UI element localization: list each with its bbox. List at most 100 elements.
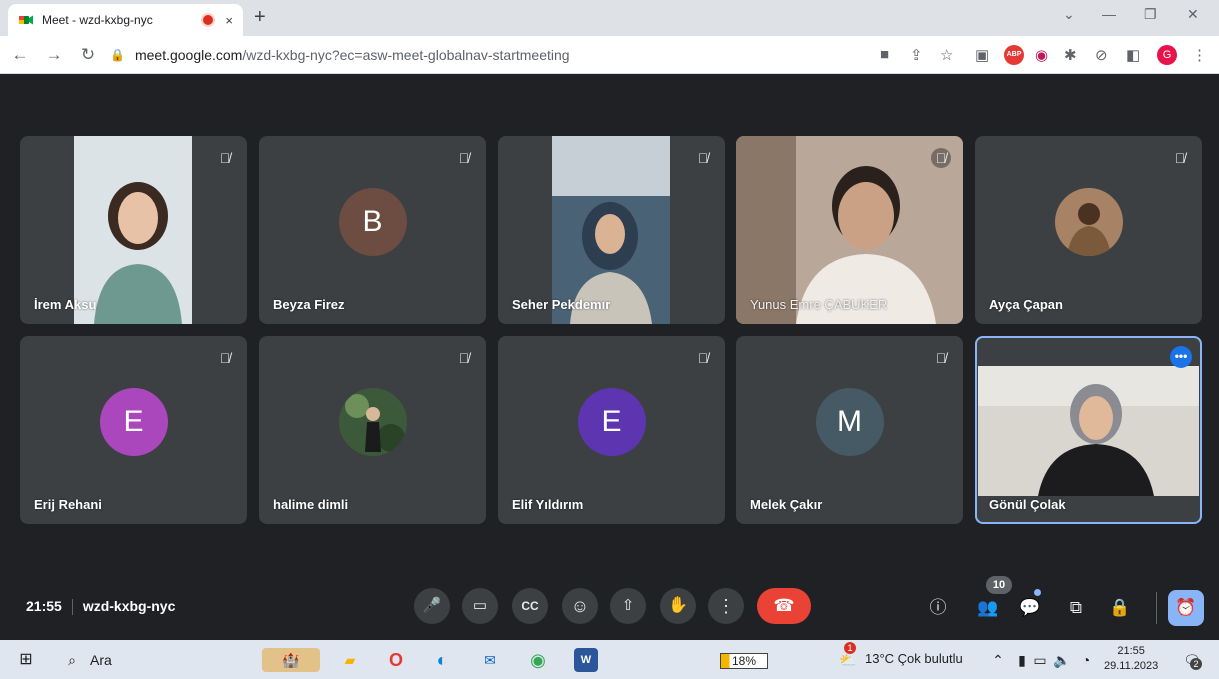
windows-start-icon[interactable]: ⊞ [14,648,38,672]
address-bar[interactable]: 🔒 meet.google.com/wzd-kxbg-nyc?ec=asw-me… [110,41,965,69]
participant-tile[interactable]: 🎙̸ Seher Pekdemır [498,136,725,324]
edge-icon[interactable]: ◐ [430,648,454,672]
battery-indicator[interactable]: 18% [720,653,768,669]
raise-hand-button[interactable]: ✋ [660,588,696,624]
people-icon[interactable]: 👥 [975,595,1001,621]
mic-off-icon: 🎙̸ [219,350,231,366]
present-screen-button[interactable]: ⇧ [610,588,646,624]
participant-tile-active[interactable]: ••• Gönül Çolak [975,336,1202,524]
reload-icon[interactable]: ↻ [74,45,102,65]
participant-tile[interactable]: 🎙̸ Yunus Emre ÇABUKER [736,136,963,324]
mic-off-icon: 🎙̸ [458,150,470,166]
wifi-icon[interactable]: ◔ [1074,648,1098,672]
minimize-button[interactable]: — [1102,6,1116,22]
new-tab-button[interactable]: + [254,6,266,29]
participant-tile[interactable]: B 🎙̸ Beyza Firez [259,136,486,324]
clock-date: 29.11.2023 [1104,660,1159,672]
weather-text[interactable]: 13°C Çok bulutlu [865,651,963,666]
mic-off-icon: 🎙̸ [1174,150,1186,166]
meet-favicon-icon [19,15,33,25]
meeting-time: 21:55 [26,598,62,614]
browser-menu-icon[interactable]: ⋮ [1192,46,1207,64]
mic-off-icon: 🎙̸ [697,350,709,366]
timer-icon[interactable]: ⏰ [1168,590,1204,626]
meeting-details-icon[interactable]: ⓘ [925,595,951,621]
tab-close-button[interactable]: × [225,13,233,28]
participant-tile[interactable]: 🎙̸ İrem Aksu [20,136,247,324]
url-host: meet.google.com [134,47,243,63]
participant-video [736,136,963,324]
host-controls-icon[interactable]: 🔒 [1107,595,1133,621]
participant-video [978,366,1199,496]
participant-name: Erij Rehani [34,497,102,512]
word-icon[interactable]: W [574,648,598,672]
participant-name: Yunus Emre ÇABUKER [750,297,888,312]
participant-name: halime dimli [273,497,349,512]
recording-indicator-icon [203,15,214,25]
forward-icon[interactable]: → [40,45,68,65]
window-close-button[interactable]: ✕ [1187,6,1199,23]
participant-tile[interactable]: M 🎙̸ Melek Çakır [736,336,963,524]
captions-button[interactable]: CC [512,588,548,624]
participant-avatar: E [99,388,168,456]
mail-icon[interactable]: ✉ [478,648,502,672]
browser-tab[interactable]: Meet - wzd-kxbg-nyc × [8,4,243,36]
participant-name: Beyza Firez [273,297,345,312]
participant-tile[interactable]: 🎙̸ halime dimli [259,336,486,524]
participant-avatar: E [577,388,646,456]
participant-avatar [338,388,407,456]
more-options-button[interactable]: ••• [1170,346,1192,368]
reactions-button[interactable]: ☺ [562,588,598,624]
mic-off-icon: 🎙̸ [931,148,951,168]
weather-alert-badge: 1 [844,642,856,654]
history-icon[interactable]: ⊘ [1095,46,1108,64]
adblock-icon[interactable]: ABP [1004,45,1024,65]
extensions-puzzle-icon[interactable]: ✱ [1064,46,1077,64]
castle-widget-icon[interactable]: 🏰 [262,648,320,672]
mic-off-icon: 🎙̸ [219,150,231,166]
camera-in-use-icon[interactable]: ■ [880,46,889,63]
back-icon[interactable]: ← [6,45,34,65]
extension-screenshot-icon[interactable]: ▣ [975,46,989,64]
show-hidden-icons-icon[interactable]: ⌃ [986,648,1010,672]
participant-name: İrem Aksu [34,297,97,312]
participant-video [74,136,192,324]
screen-recorder-icon[interactable]: ◉ [1035,46,1048,64]
profile-avatar[interactable]: G [1157,45,1177,65]
tab-title: Meet - wzd-kxbg-nyc [42,13,153,27]
leave-call-button[interactable]: ☎ [757,588,811,624]
more-options-icon[interactable]: ⋮ [708,588,744,624]
participant-avatar [1054,188,1123,256]
system-clock[interactable]: 21:55 29.11.2023 [1104,644,1158,674]
opera-icon[interactable]: O [384,648,408,672]
share-icon[interactable]: ⇪ [910,46,923,64]
activities-icon[interactable]: ⧉ [1063,595,1089,621]
participant-tile[interactable]: 🎙̸ Ayça Çapan [975,136,1202,324]
taskbar-search-label[interactable]: Ara [90,652,112,668]
chat-icon[interactable]: 💬 [1017,595,1043,621]
volume-icon[interactable]: 🔈 [1050,648,1074,672]
participant-count-badge: 10 [986,576,1012,594]
battery-tray-icon[interactable]: ▭ [1028,648,1052,672]
tab-search-icon[interactable]: ⌄ [1063,6,1075,23]
participant-tile[interactable]: E 🎙̸ Elif Yıldırım [498,336,725,524]
mic-off-icon: 🎙̸ [458,350,470,366]
bookmark-star-icon[interactable]: ☆ [940,46,953,64]
browser-toolbar: ← → ↻ 🔒 meet.google.com/wzd-kxbg-nyc?ec=… [0,36,1219,74]
mic-toggle-button[interactable]: 🎤 [414,588,450,624]
meeting-code: wzd-kxbg-nyc [82,598,176,614]
side-panel-icon[interactable]: ◧ [1126,46,1140,64]
search-icon[interactable]: ⌕ [60,648,84,672]
chrome-icon[interactable]: ◉ [526,648,550,672]
restore-button[interactable]: ❐ [1144,6,1157,23]
participant-avatar: B [338,188,407,256]
file-explorer-icon[interactable]: ▰ [338,648,362,672]
participant-name: Seher Pekdemır [512,297,611,312]
divider [1156,592,1157,624]
participant-tile[interactable]: E 🎙̸ Erij Rehani [20,336,247,524]
camera-toggle-button[interactable]: ▭ [462,588,498,624]
participant-avatar: M [815,388,884,456]
participant-video [552,136,670,324]
notification-count-badge: 2 [1190,658,1202,670]
lock-icon[interactable]: 🔒 [110,48,125,62]
